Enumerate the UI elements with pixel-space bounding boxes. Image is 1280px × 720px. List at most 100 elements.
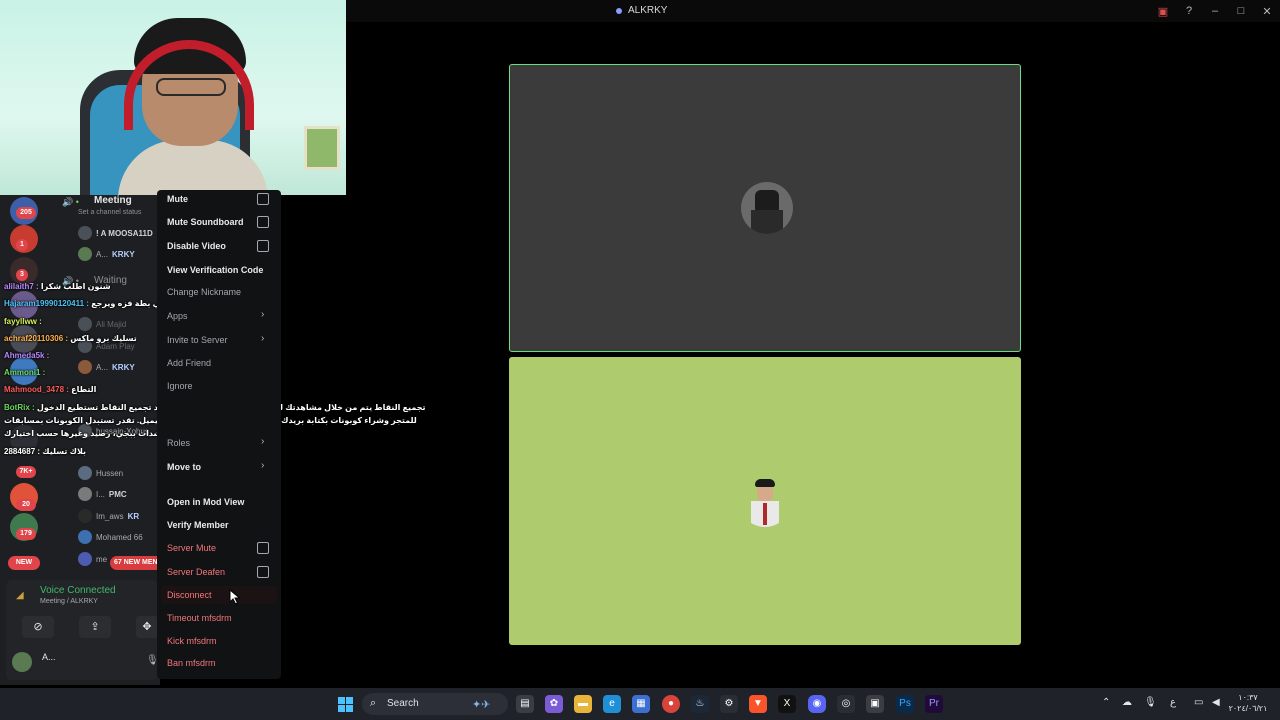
chat-username: Ammoni1 : — [4, 368, 46, 377]
chat-message: Mahmood_3478 : التطاع — [4, 385, 96, 394]
screen-share-icon[interactable]: ⇪ — [79, 616, 111, 638]
copilot-icon[interactable]: ✿ — [545, 695, 563, 713]
chevron-right-icon: › — [261, 460, 265, 471]
microphone-icon[interactable]: 🎙 — [1144, 697, 1157, 708]
connection-signal-icon[interactable]: ◢ — [16, 590, 30, 604]
menu-item-disable-video[interactable]: Disable Video — [167, 241, 226, 251]
menu-item-ignore[interactable]: Ignore — [167, 381, 193, 391]
user-panel[interactable]: A... 🎙 — [10, 650, 159, 674]
channel-meeting[interactable]: Meeting — [94, 195, 132, 206]
menu-item-mute[interactable]: Mute — [167, 194, 188, 204]
member-tag: PMC — [108, 489, 127, 499]
menu-item-mute-soundboard[interactable]: Mute Soundboard — [167, 217, 244, 227]
voice-member[interactable]: Hussen — [78, 464, 123, 482]
menu-item-ban[interactable]: Ban mfsdrm — [167, 658, 216, 668]
task-view-icon[interactable]: ▤ — [516, 695, 534, 713]
mute-checkbox[interactable] — [257, 193, 269, 205]
help-icon[interactable]: ? — [1176, 5, 1202, 17]
video-tile-speaking[interactable] — [509, 64, 1021, 352]
voice-member[interactable]: I... PMC — [78, 485, 127, 503]
video-tile[interactable] — [509, 357, 1021, 645]
store-icon[interactable]: ▦ — [632, 695, 650, 713]
voice-member[interactable]: Mohamed 66 — [78, 528, 143, 546]
avatar-tie — [763, 503, 767, 525]
chat-username: Ahmeda5k : — [4, 351, 50, 360]
voice-member[interactable]: Im_aws KR — [78, 507, 139, 525]
clock-date: ٢٠٢٤/٠٦/٢١ — [1228, 704, 1268, 713]
menu-item-timeout[interactable]: Timeout mfsdrm — [167, 613, 232, 623]
chevron-up-icon[interactable]: ⌃ — [1102, 697, 1110, 708]
member-name: A... — [96, 362, 109, 372]
server-mute-checkbox[interactable] — [257, 542, 269, 554]
menu-item-add-friend[interactable]: Add Friend — [167, 358, 211, 368]
maximize-icon[interactable]: □ — [1228, 5, 1254, 17]
avatar — [78, 317, 92, 331]
mute-soundboard-checkbox[interactable] — [257, 216, 269, 228]
new-unreads-badge[interactable]: NEW — [8, 556, 40, 570]
menu-item-invite-to-server[interactable]: Invite to Server — [167, 335, 228, 345]
new-mentions-pill[interactable]: 67 NEW MENTIONS — [110, 556, 158, 570]
member-name: A... — [96, 249, 109, 259]
chat-text: تسليك برو ماكس — [70, 334, 137, 343]
language-indicator[interactable]: ع — [1170, 697, 1176, 708]
file-explorer-icon[interactable]: ▬ — [574, 695, 592, 713]
premiere-icon[interactable]: Pr — [925, 695, 943, 713]
inbox-icon[interactable]: ▣ — [1150, 5, 1176, 18]
menu-item-server-mute[interactable]: Server Mute — [167, 543, 216, 553]
chat-username: fayyllww : — [4, 317, 42, 326]
photoshop-icon[interactable]: Ps — [896, 695, 914, 713]
minimize-icon[interactable]: – — [1202, 5, 1228, 17]
channel-status[interactable]: Set a channel status — [78, 209, 141, 216]
avatar — [78, 360, 92, 374]
menu-item-verify-member[interactable]: Verify Member — [167, 520, 229, 530]
avatar[interactable] — [12, 652, 32, 672]
voice-member[interactable]: Ali Majid — [78, 315, 126, 333]
menu-item-move-to[interactable]: Move to — [167, 462, 201, 472]
discord-icon[interactable]: ◉ — [808, 695, 826, 713]
menu-item-kick[interactable]: Kick mfsdrm — [167, 636, 217, 646]
avatar — [78, 509, 92, 523]
volume-icon[interactable]: ◀ — [1212, 697, 1220, 708]
menu-item-apps[interactable]: Apps — [167, 311, 188, 321]
menu-item-roles[interactable]: Roles — [167, 438, 190, 448]
voice-member[interactable]: me — [78, 550, 107, 568]
server-deafen-checkbox[interactable] — [257, 566, 269, 578]
cloud-icon[interactable]: ☁ — [1122, 697, 1132, 708]
voice-channel-path[interactable]: Meeting / ALKRKY — [40, 598, 98, 605]
windows-start-icon[interactable] — [338, 697, 353, 712]
avatar — [78, 552, 92, 566]
chrome-icon[interactable]: ● — [662, 695, 680, 713]
disable-video-checkbox[interactable] — [257, 240, 269, 252]
avatar-body — [751, 210, 783, 234]
voice-member[interactable]: ! A MOOSA11D — [78, 224, 153, 242]
voice-member[interactable]: A... KRKY — [78, 245, 135, 263]
menu-item-open-in-mod-view[interactable]: Open in Mod View — [167, 497, 244, 507]
camera-off-icon[interactable]: ⊘ — [22, 616, 54, 638]
chat-text: بلاك تسليك — [42, 447, 87, 456]
network-icon[interactable]: ▭ — [1194, 697, 1203, 708]
chevron-right-icon: › — [261, 309, 265, 320]
steam-icon[interactable]: ♨ — [691, 695, 709, 713]
menu-item-change-nickname[interactable]: Change Nickname — [167, 287, 241, 297]
x-app-icon[interactable]: X — [778, 695, 796, 713]
taskbar-search[interactable]: ⌕ Search ✦✈ — [362, 693, 508, 715]
app-icon[interactable]: ▣ — [866, 695, 884, 713]
activities-icon[interactable]: ✥ — [136, 616, 158, 638]
menu-item-server-deafen[interactable]: Server Deafen — [167, 567, 225, 577]
brave-icon[interactable]: ▼ — [749, 695, 767, 713]
close-icon[interactable]: ✕ — [1254, 5, 1280, 18]
obs-icon[interactable]: ◎ — [837, 695, 855, 713]
participant-avatar — [739, 475, 791, 527]
edge-icon[interactable]: e — [603, 695, 621, 713]
voice-member[interactable]: A... KRKY — [78, 358, 135, 376]
settings-icon[interactable]: ⚙ — [720, 695, 738, 713]
wall-frame — [304, 126, 340, 170]
taskbar-clock[interactable]: ١٠:٣٧ ٢٠٢٤/٠٦/٢١ — [1226, 692, 1270, 714]
member-name: Ali Majid — [96, 319, 127, 329]
chat-text: شنون اطلب شكرا — [40, 282, 111, 291]
server-badge: 7K+ — [16, 466, 36, 478]
menu-item-view-verification-code[interactable]: View Verification Code — [167, 265, 263, 275]
chevron-right-icon: › — [261, 333, 265, 344]
menu-item-disconnect[interactable]: Disconnect — [167, 590, 212, 600]
user-context-menu: Mute Mute Soundboard Disable Video View … — [157, 190, 281, 679]
